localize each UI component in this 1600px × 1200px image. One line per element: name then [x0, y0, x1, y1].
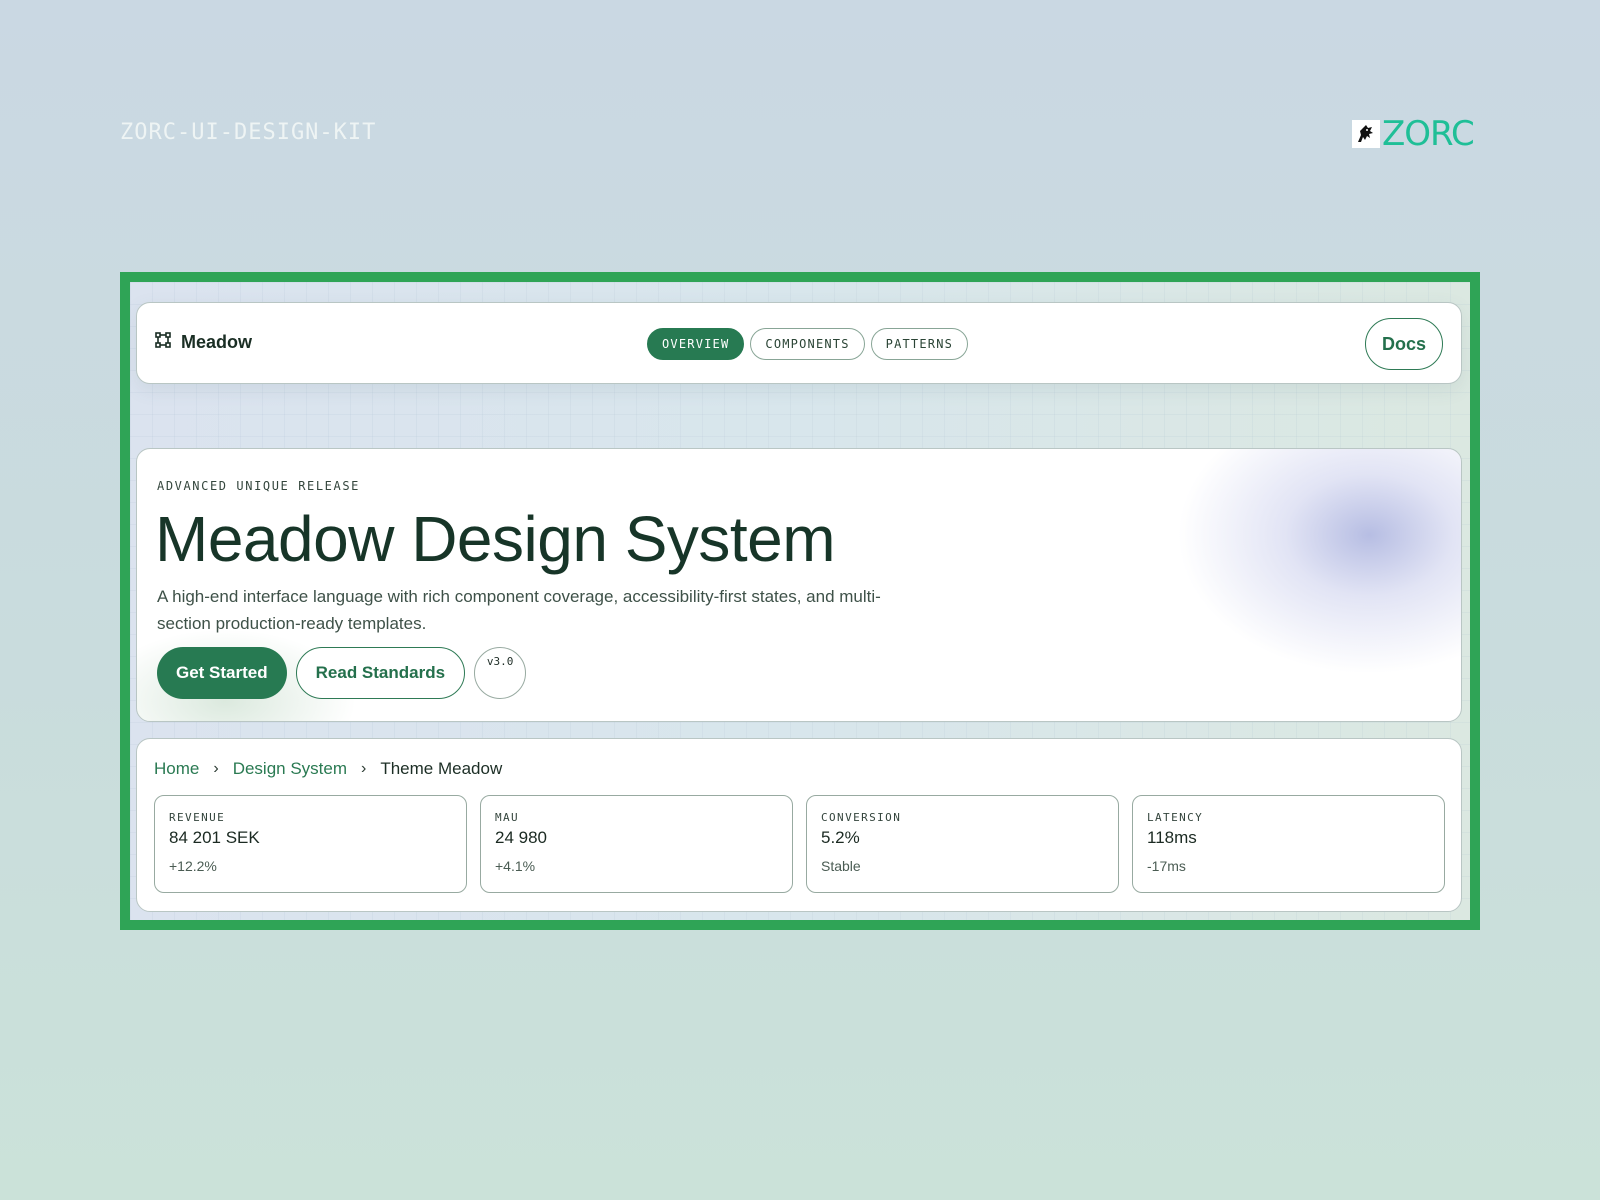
stat-value: 84 201 SEK — [169, 828, 260, 847]
tab-patterns[interactable]: PATTERNS — [870, 328, 969, 360]
stat-label: REVENUE — [169, 811, 226, 824]
hero-description: A high-end interface language with rich … — [157, 587, 881, 633]
hero-section: ADVANCED UNIQUE RELEASE Meadow Design Sy… — [136, 448, 1462, 722]
frame-corners-icon — [155, 332, 171, 353]
stat-value: 24 980 — [495, 828, 547, 847]
stat-value: 118ms — [1147, 828, 1197, 847]
stat-card-latency: LATENCY 118ms -17ms — [1132, 795, 1445, 893]
get-started-button[interactable]: Get Started — [157, 647, 287, 699]
stat-card-mau: MAU 24 980 +4.1% — [480, 795, 793, 893]
preview-frame: Meadow OVERVIEW COMPONENTS PATTERNS Docs… — [120, 272, 1480, 930]
brand-wordmark: ZORC — [1382, 114, 1475, 154]
stat-value: 5.2% — [821, 828, 860, 847]
stat-card-conversion: CONVERSION 5.2% Stable — [806, 795, 1119, 893]
hero-actions: Get Started Read Standards v3.0 — [157, 647, 527, 699]
stat-delta: -17ms — [1147, 858, 1186, 874]
stat-cards: REVENUE 84 201 SEK +12.2% MAU 24 980 +4.… — [154, 795, 1445, 893]
stat-delta: Stable — [821, 858, 861, 874]
read-standards-button[interactable]: Read Standards — [295, 647, 466, 699]
tab-overview[interactable]: OVERVIEW — [647, 328, 745, 360]
breadcrumb: Home › Design System › Theme Meadow — [154, 759, 502, 779]
hero-eyebrow: ADVANCED UNIQUE RELEASE — [157, 479, 360, 493]
stat-label: MAU — [495, 811, 520, 824]
page-title: Meadow Design System — [155, 503, 836, 575]
stat-card-revenue: REVENUE 84 201 SEK +12.2% — [154, 795, 467, 893]
chevron-right-icon: › — [361, 760, 367, 777]
version-badge: v3.0 — [474, 647, 527, 699]
stat-delta: +4.1% — [495, 858, 536, 874]
tab-components[interactable]: COMPONENTS — [750, 328, 865, 360]
nav-brand-label: Meadow — [181, 332, 253, 352]
breadcrumb-current: Theme Meadow — [380, 759, 503, 778]
breadcrumb-home[interactable]: Home — [154, 759, 199, 779]
nav-brand[interactable]: Meadow — [155, 332, 252, 353]
breadcrumb-design-system[interactable]: Design System — [233, 759, 347, 779]
brand-logo: ZORC — [1352, 114, 1475, 154]
hero-glow — [1171, 449, 1461, 679]
chevron-right-icon: › — [213, 760, 219, 777]
stat-label: LATENCY — [1147, 811, 1204, 824]
top-navigation: Meadow OVERVIEW COMPONENTS PATTERNS Docs — [136, 302, 1462, 384]
stats-panel: Home › Design System › Theme Meadow REVE… — [136, 738, 1462, 912]
nav-tabs: OVERVIEW COMPONENTS PATTERNS — [647, 328, 974, 360]
docs-button[interactable]: Docs — [1365, 318, 1443, 370]
stat-delta: +12.2% — [169, 858, 217, 874]
dog-mascot-icon — [1352, 120, 1380, 148]
kit-label: ZORC-UI-DESIGN-KIT — [120, 120, 377, 145]
stat-label: CONVERSION — [821, 811, 902, 824]
